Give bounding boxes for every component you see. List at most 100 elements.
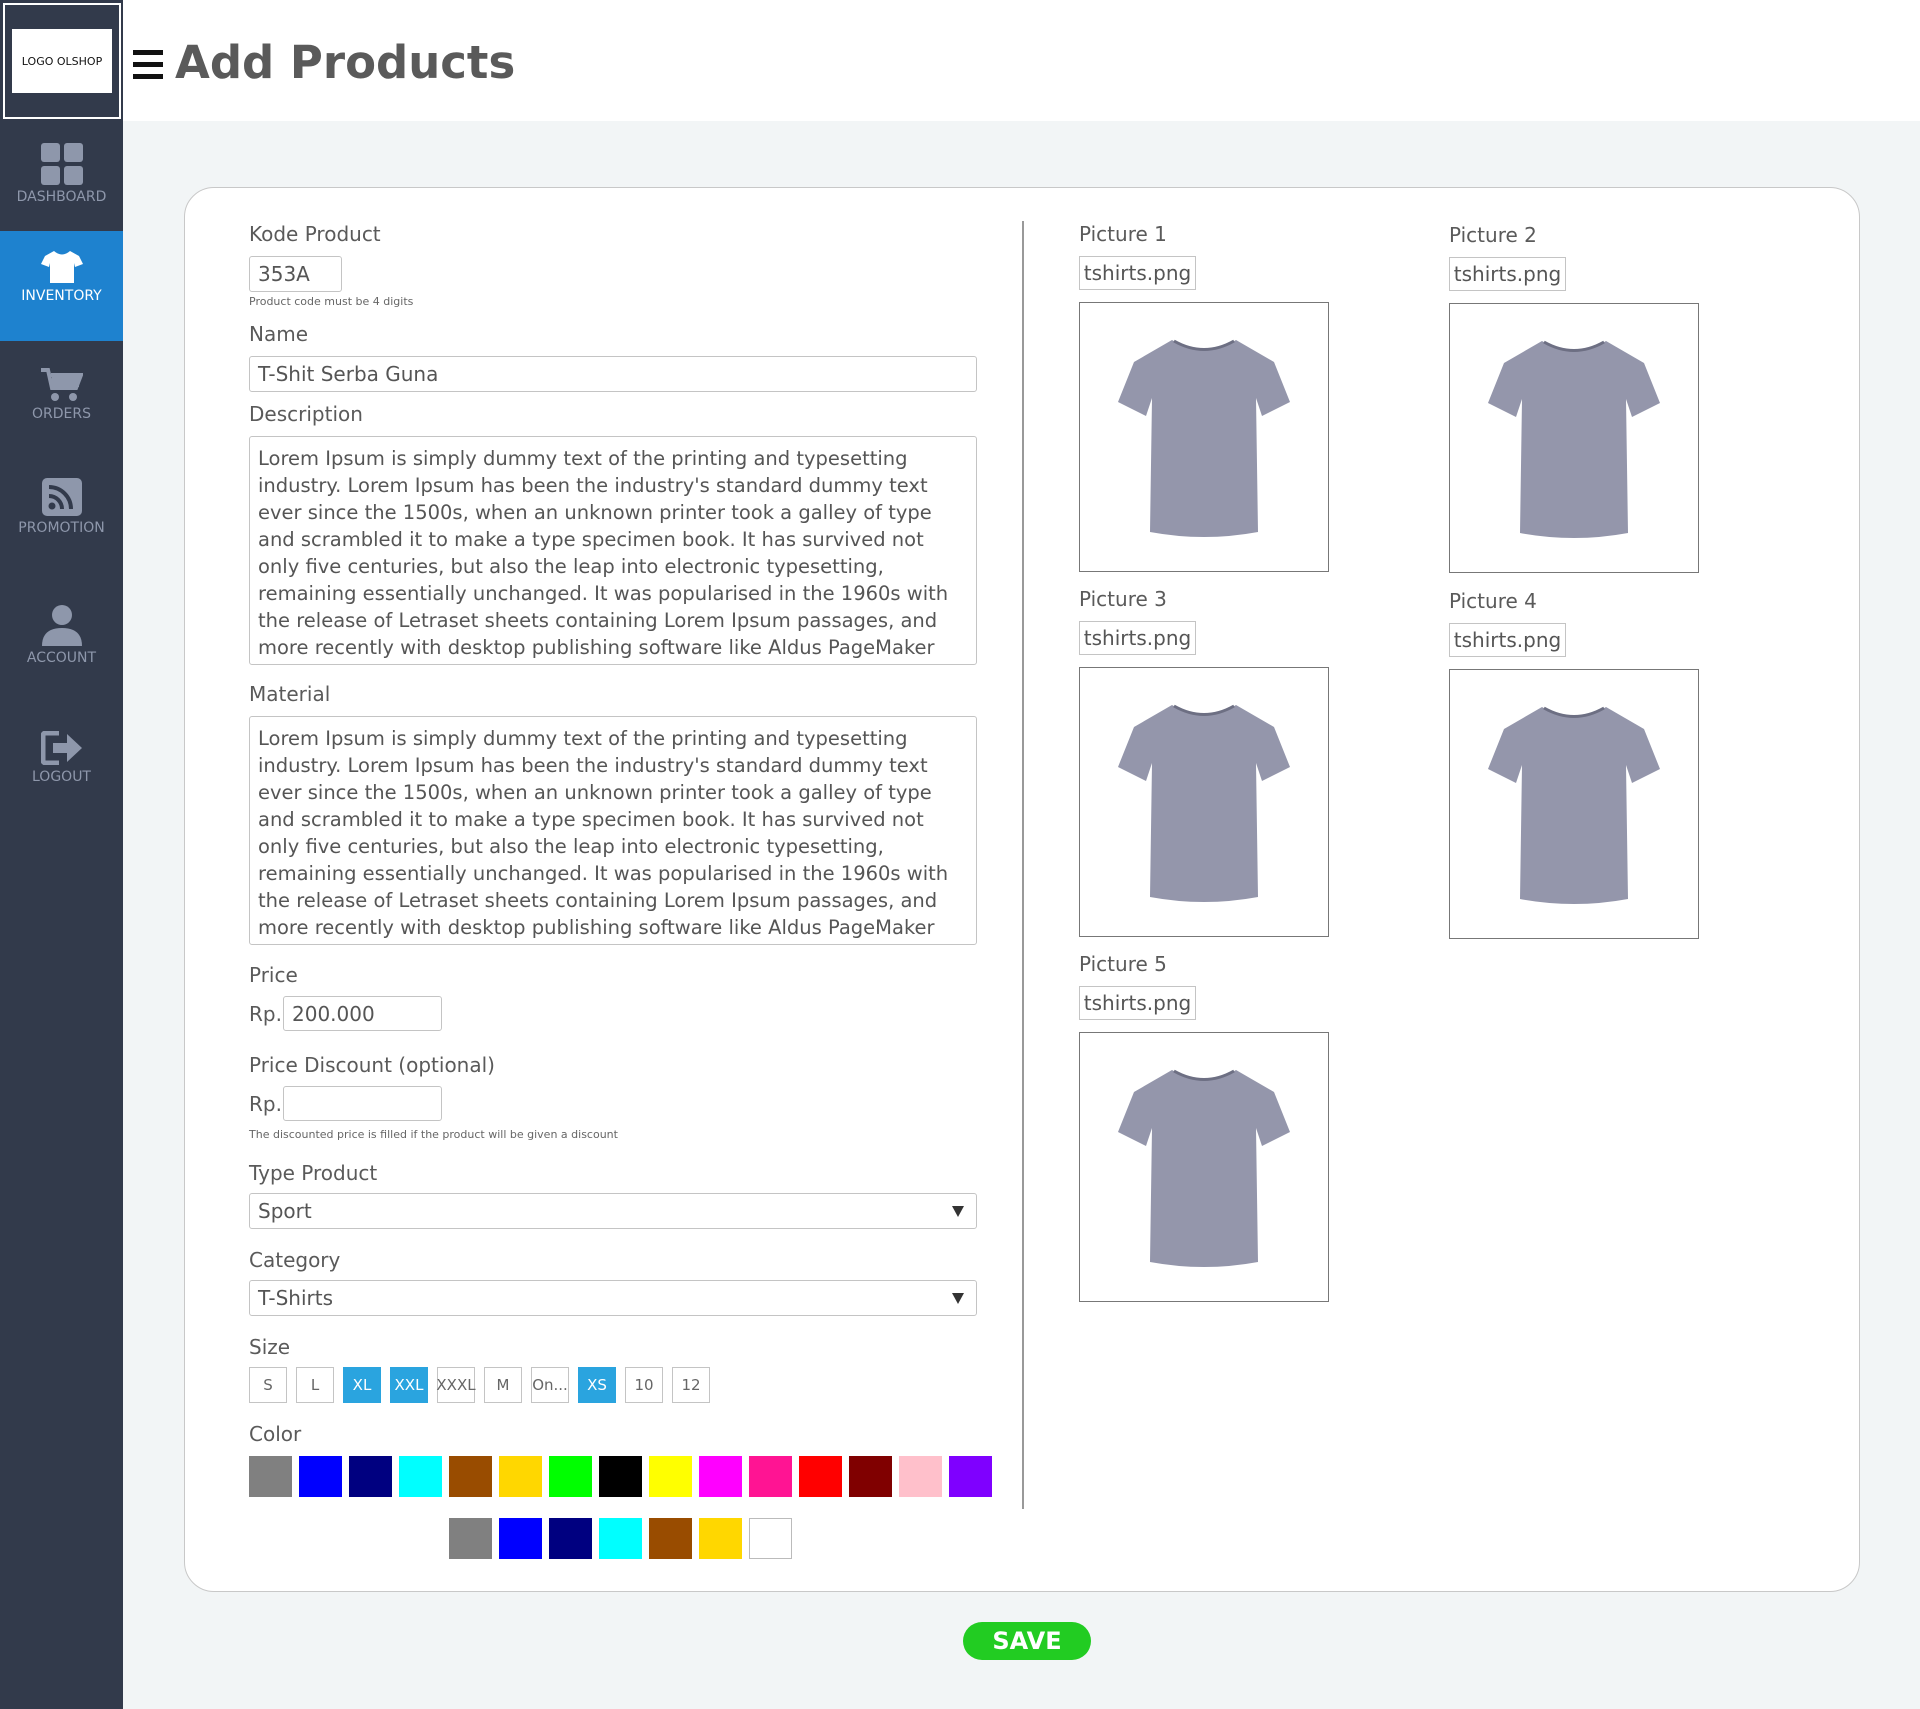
- sidebar-item-orders[interactable]: ORDERS: [0, 368, 123, 438]
- picture-1-label: Picture 1: [1079, 222, 1167, 246]
- user-icon: [41, 605, 82, 646]
- dashboard-icon: [40, 143, 83, 185]
- picture-2-label: Picture 2: [1449, 223, 1537, 247]
- color-swatch[interactable]: [249, 1456, 292, 1497]
- tshirt-image: [1118, 1069, 1290, 1267]
- picture-2-preview[interactable]: [1449, 303, 1699, 573]
- color-swatch[interactable]: [499, 1456, 542, 1497]
- size-option[interactable]: XXXL: [436, 1367, 476, 1403]
- color-label: Color: [249, 1422, 302, 1446]
- logo-frame: LOGO OLSHOP: [3, 3, 121, 119]
- picture-1-file[interactable]: tshirts.png: [1079, 256, 1196, 290]
- chevron-down-icon: [952, 1206, 964, 1217]
- color-swatch[interactable]: [849, 1456, 892, 1497]
- picture-2-file[interactable]: tshirts.png: [1449, 257, 1566, 291]
- color-swatch[interactable]: [349, 1456, 392, 1497]
- color-swatch[interactable]: [399, 1456, 442, 1497]
- type-product-select[interactable]: Sport: [249, 1193, 977, 1229]
- color-swatch[interactable]: [499, 1518, 542, 1559]
- tshirt-image: [1488, 706, 1660, 904]
- header: Add Products: [123, 0, 1920, 121]
- picture-4-preview[interactable]: [1449, 669, 1699, 939]
- size-option[interactable]: 12: [672, 1367, 710, 1403]
- color-swatch[interactable]: [549, 1456, 592, 1497]
- color-swatch[interactable]: [599, 1518, 642, 1559]
- sidebar-item-label: LOGOUT: [32, 769, 91, 785]
- sidebar-item-inventory[interactable]: INVENTORY: [0, 231, 123, 341]
- chevron-down-icon: [952, 1293, 964, 1304]
- color-swatch[interactable]: [599, 1456, 642, 1497]
- sidebar-item-label: DASHBOARD: [16, 189, 107, 205]
- page-title: Add Products: [175, 36, 516, 89]
- color-swatch[interactable]: [449, 1456, 492, 1497]
- description-textarea[interactable]: Lorem Ipsum is simply dummy text of the …: [249, 436, 977, 665]
- sidebar-item-label: PROMOTION: [18, 520, 105, 536]
- size-option[interactable]: M: [484, 1367, 522, 1403]
- price-input[interactable]: 200.000: [283, 996, 442, 1031]
- material-label: Material: [249, 682, 331, 706]
- save-button[interactable]: SAVE: [963, 1622, 1091, 1660]
- picture-3-label: Picture 3: [1079, 587, 1167, 611]
- kode-product-input[interactable]: 353A: [249, 256, 342, 292]
- tshirt-image: [1118, 339, 1290, 537]
- color-swatch[interactable]: [649, 1518, 692, 1559]
- category-value: T-Shirts: [258, 1286, 334, 1310]
- color-swatch[interactable]: [899, 1456, 942, 1497]
- picture-3-preview[interactable]: [1079, 667, 1329, 937]
- menu-icon[interactable]: [133, 50, 163, 81]
- sidebar-item-promotion[interactable]: PROMOTION: [0, 478, 123, 540]
- size-option[interactable]: On...: [531, 1367, 569, 1403]
- picture-5-preview[interactable]: [1079, 1032, 1329, 1302]
- picture-1-preview[interactable]: [1079, 302, 1329, 572]
- sidebar-item-account[interactable]: ACCOUNT: [0, 604, 123, 670]
- size-label: Size: [249, 1335, 291, 1359]
- size-option[interactable]: L: [296, 1367, 334, 1403]
- size-option[interactable]: XS: [578, 1367, 616, 1403]
- size-option[interactable]: XL: [343, 1367, 381, 1403]
- color-swatch[interactable]: [649, 1456, 692, 1497]
- color-swatch[interactable]: [299, 1456, 342, 1497]
- rss-icon: [41, 478, 82, 516]
- type-product-value: Sport: [258, 1199, 312, 1223]
- discount-currency: Rp.: [249, 1092, 282, 1116]
- color-swatch[interactable]: [549, 1518, 592, 1559]
- color-swatch[interactable]: [699, 1518, 742, 1559]
- color-swatch[interactable]: [949, 1456, 992, 1497]
- color-swatch[interactable]: [749, 1456, 792, 1497]
- discount-hint: The discounted price is filled if the pr…: [249, 1128, 618, 1141]
- picture-4-label: Picture 4: [1449, 589, 1537, 613]
- description-label: Description: [249, 402, 363, 426]
- type-product-label: Type Product: [249, 1161, 378, 1185]
- cart-icon: [40, 368, 83, 401]
- size-option[interactable]: S: [249, 1367, 287, 1403]
- discount-label: Price Discount (optional): [249, 1053, 495, 1077]
- category-select[interactable]: T-Shirts: [249, 1280, 977, 1316]
- kode-product-hint: Product code must be 4 digits: [249, 295, 414, 308]
- logo[interactable]: LOGO OLSHOP: [12, 29, 112, 93]
- price-currency: Rp.: [249, 1002, 282, 1026]
- sidebar-item-logout[interactable]: LOGOUT: [0, 731, 123, 791]
- size-option[interactable]: 10: [625, 1367, 663, 1403]
- category-label: Category: [249, 1248, 341, 1272]
- picture-5-file[interactable]: tshirts.png: [1079, 986, 1196, 1020]
- logout-icon: [40, 731, 82, 765]
- kode-product-label: Kode Product: [249, 222, 381, 246]
- color-swatch[interactable]: [449, 1518, 492, 1559]
- color-swatch[interactable]: [749, 1518, 792, 1559]
- sidebar-item-dashboard[interactable]: DASHBOARD: [0, 140, 123, 230]
- sidebar-item-label: ORDERS: [32, 406, 91, 422]
- name-label: Name: [249, 322, 309, 346]
- tshirt-image: [1488, 340, 1660, 538]
- material-textarea[interactable]: Lorem Ipsum is simply dummy text of the …: [249, 716, 977, 945]
- picture-4-file[interactable]: tshirts.png: [1449, 623, 1566, 657]
- price-label: Price: [249, 963, 298, 987]
- color-swatch[interactable]: [699, 1456, 742, 1497]
- color-swatch[interactable]: [799, 1456, 842, 1497]
- discount-input[interactable]: [283, 1086, 442, 1121]
- tshirt-icon: [40, 251, 83, 283]
- sidebar: LOGO OLSHOP DASHBOARD INVENTORY ORDERS P…: [0, 0, 123, 1709]
- picture-3-file[interactable]: tshirts.png: [1079, 621, 1196, 655]
- name-input[interactable]: T-Shit Serba Guna: [249, 356, 977, 392]
- size-option[interactable]: XXL: [390, 1367, 428, 1403]
- tshirt-image: [1118, 704, 1290, 902]
